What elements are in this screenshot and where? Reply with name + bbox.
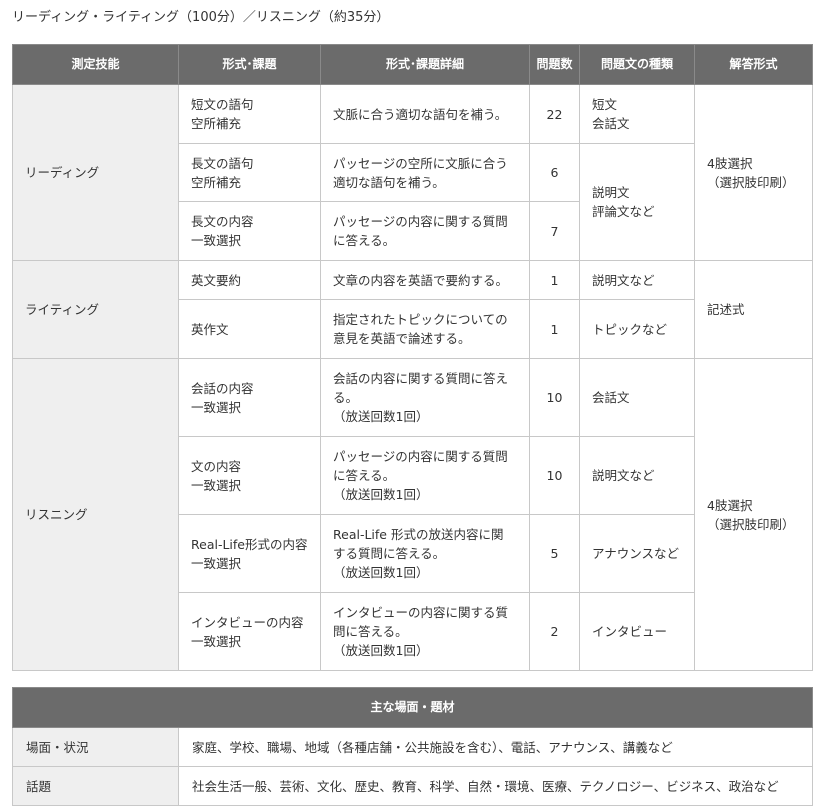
- row-label-topic: 話題: [12, 766, 179, 806]
- type-cell: インタビュー: [579, 592, 695, 671]
- detail-cell: インタビューの内容に関する質 問に答える。 （放送回数1回）: [320, 592, 530, 671]
- header-format: 形式･課題: [178, 44, 321, 85]
- skill-listening: リスニング: [12, 358, 179, 671]
- count-cell: 10: [529, 358, 580, 437]
- skill-writing: ライティング: [12, 260, 179, 359]
- page-heading: リーディング・ライティング（100分）／リスニング（約35分）: [12, 10, 390, 25]
- detail-cell: パッセージの空所に文脈に合う 適切な語句を補う。: [320, 143, 530, 202]
- count-cell: 5: [529, 514, 580, 593]
- header-count: 問題数: [529, 44, 580, 85]
- table-row: 場面・状況 家庭、学校、職場、地域（各種店舗・公共施設を含む）、電話、アナウンス…: [12, 727, 814, 767]
- count-cell: 6: [529, 143, 580, 202]
- format-cell: 会話の内容 一致選択: [178, 358, 321, 437]
- format-cell: 長文の内容 一致選択: [178, 201, 321, 261]
- header-answer: 解答形式: [694, 44, 813, 85]
- scenes-topics-table: 主な場面・題材 場面・状況 家庭、学校、職場、地域（各種店舗・公共施設を含む）、…: [11, 687, 814, 806]
- skill-reading: リーディング: [12, 84, 179, 261]
- format-cell: Real-Life形式の内容 一致選択: [178, 514, 321, 593]
- answer-format-writing: 記述式: [694, 260, 813, 359]
- count-cell: 22: [529, 84, 580, 144]
- row-value-scene: 家庭、学校、職場、地域（各種店舗・公共施設を含む）、電話、アナウンス、講義など: [177, 727, 814, 767]
- type-cell: 短文 会話文: [579, 84, 695, 144]
- format-cell: 文の内容 一致選択: [178, 436, 321, 515]
- table-row: 話題 社会生活一般、芸術、文化、歴史、教育、科学、自然・環境、医療、テクノロジー…: [12, 766, 814, 806]
- header-skill: 測定技能: [12, 44, 179, 85]
- count-cell: 1: [529, 299, 580, 359]
- format-cell: 短文の語句 空所補充: [178, 84, 321, 144]
- answer-format-reading: 4肢選択 （選択肢印刷）: [694, 84, 813, 261]
- format-cell: 長文の語句 空所補充: [178, 143, 321, 202]
- header-scenes-topics: 主な場面・題材: [11, 687, 814, 728]
- format-cell: インタビューの内容 一致選択: [178, 592, 321, 671]
- detail-cell: パッセージの内容に関する質問 に答える。 （放送回数1回）: [320, 436, 530, 515]
- type-cell: 説明文など: [579, 260, 695, 300]
- type-cell: 説明文など: [579, 436, 695, 515]
- detail-cell: 会話の内容に関する質問に答え る。 （放送回数1回）: [320, 358, 530, 437]
- test-format-table: 測定技能 形式･課題 形式･課題詳細 問題数 問題文の種類 解答形式 リーディン…: [12, 44, 813, 671]
- table-header-row: 測定技能 形式･課題 形式･課題詳細 問題数 問題文の種類 解答形式: [12, 44, 813, 85]
- detail-cell: パッセージの内容に関する質問 に答える。: [320, 201, 530, 261]
- answer-format-listening: 4肢選択 （選択肢印刷）: [694, 358, 813, 671]
- detail-cell: 文章の内容を英語で要約する。: [320, 260, 530, 300]
- format-cell: 英文要約: [178, 260, 321, 300]
- count-cell: 10: [529, 436, 580, 515]
- row-label-scene: 場面・状況: [12, 727, 179, 767]
- detail-cell: Real-Life 形式の放送内容に関 する質問に答える。 （放送回数1回）: [320, 514, 530, 593]
- detail-cell: 指定されたトピックについての 意見を英語で論述する。: [320, 299, 530, 359]
- type-cell: 説明文 評論文など: [579, 143, 695, 261]
- header-detail: 形式･課題詳細: [320, 44, 530, 85]
- detail-cell: 文脈に合う適切な語句を補う。: [320, 84, 530, 144]
- header-type: 問題文の種類: [579, 44, 695, 85]
- type-cell: トピックなど: [579, 299, 695, 359]
- table-row: リーディング 短文の語句 空所補充 文脈に合う適切な語句を補う。 22 短文 会話文…: [12, 84, 813, 261]
- row-value-topic: 社会生活一般、芸術、文化、歴史、教育、科学、自然・環境、医療、テクノロジー、ビジ…: [177, 766, 814, 806]
- table-header-row: 主な場面・題材: [11, 687, 814, 728]
- type-cell: 会話文: [579, 358, 695, 437]
- format-cell: 英作文: [178, 299, 321, 359]
- table-row: ライティング 英文要約 文章の内容を英語で要約する。 1 説明文など 記述式: [12, 260, 813, 359]
- count-cell: 2: [529, 592, 580, 671]
- type-cell: アナウンスなど: [579, 514, 695, 593]
- count-cell: 7: [529, 201, 580, 261]
- table-row: リスニング 会話の内容 一致選択 会話の内容に関する質問に答え る。 （放送回数1回）…: [12, 358, 813, 671]
- count-cell: 1: [529, 260, 580, 300]
